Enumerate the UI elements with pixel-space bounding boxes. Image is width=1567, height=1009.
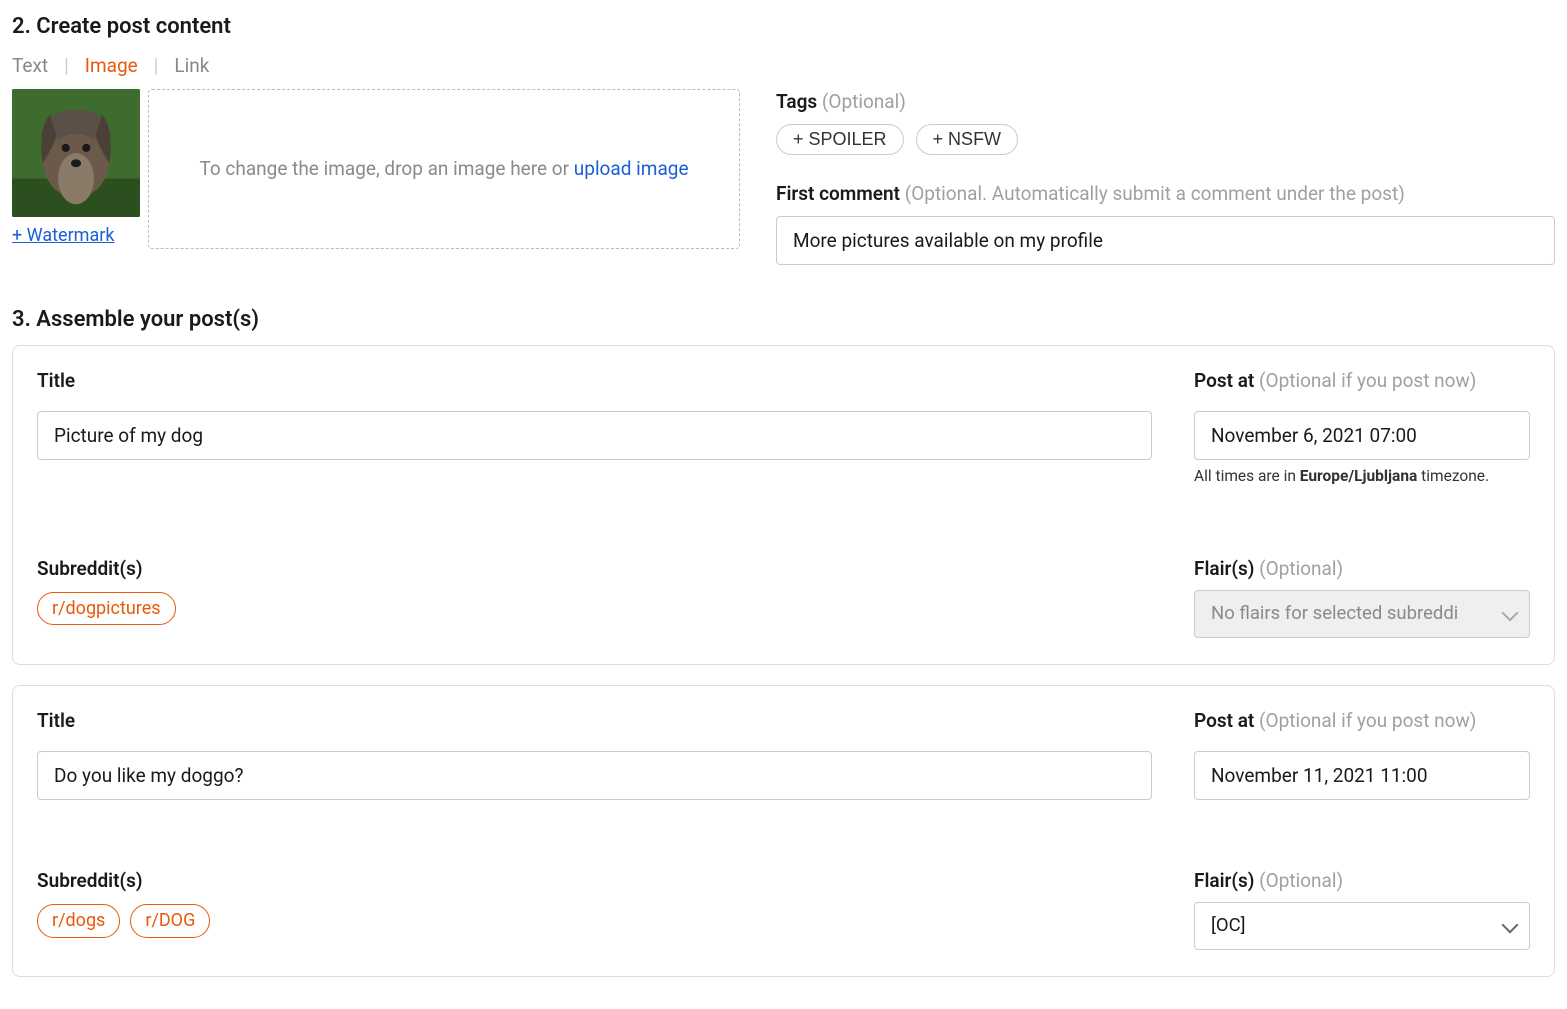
subreddit-label: Subreddit(s) <box>37 868 1152 895</box>
watermark-link[interactable]: + Watermark <box>12 223 114 248</box>
tab-divider: | <box>154 53 159 80</box>
postat-input[interactable] <box>1194 751 1530 800</box>
subreddit-pill[interactable]: r/dogs <box>37 904 120 937</box>
tab-link[interactable]: Link <box>174 53 209 80</box>
step3-heading: 3. Assemble your post(s) <box>12 305 1555 336</box>
subreddit-pill[interactable]: r/DOG <box>130 904 210 937</box>
upload-image-link[interactable]: upload image <box>574 157 689 180</box>
image-thumbnail[interactable] <box>12 89 140 217</box>
tag-nsfw-button[interactable]: + NSFW <box>916 124 1019 155</box>
tag-spoiler-button[interactable]: + SPOILER <box>776 124 904 155</box>
post-card: Title Post at (Optional if you post now) A… <box>12 345 1555 665</box>
subreddit-label: Subreddit(s) <box>37 556 1152 583</box>
post-card: Title Post at (Optional if you post now) S… <box>12 685 1555 977</box>
title-label: Title <box>37 708 1152 735</box>
tags-label: Tags (Optional) <box>776 89 1555 116</box>
content-type-tabs: Text | Image | Link <box>12 53 1555 80</box>
tab-divider: | <box>64 53 69 80</box>
dog-photo-icon <box>12 89 140 217</box>
flair-select[interactable]: [OC] <box>1194 902 1530 950</box>
title-label: Title <box>37 368 1152 395</box>
postat-label: Post at (Optional if you post now) <box>1194 368 1530 395</box>
dropzone-text: To change the image, drop an image here … <box>199 157 573 180</box>
title-input[interactable] <box>37 751 1152 800</box>
first-comment-input[interactable] <box>776 216 1555 265</box>
timezone-note: All times are in Europe/Ljubljana timezo… <box>1194 466 1530 488</box>
flair-label: Flair(s) (Optional) <box>1194 556 1530 583</box>
tab-text[interactable]: Text <box>12 53 48 80</box>
postat-label: Post at (Optional if you post now) <box>1194 708 1530 735</box>
first-comment-label: First comment (Optional. Automatically s… <box>776 181 1555 208</box>
postat-input[interactable] <box>1194 411 1530 460</box>
step2-heading: 2. Create post content <box>12 12 1555 43</box>
image-dropzone[interactable]: To change the image, drop an image here … <box>148 89 740 249</box>
flair-select: No flairs for selected subreddi <box>1194 590 1530 638</box>
tab-image[interactable]: Image <box>85 53 138 80</box>
subreddit-pill[interactable]: r/dogpictures <box>37 592 176 625</box>
title-input[interactable] <box>37 411 1152 460</box>
flair-label: Flair(s) (Optional) <box>1194 868 1530 895</box>
